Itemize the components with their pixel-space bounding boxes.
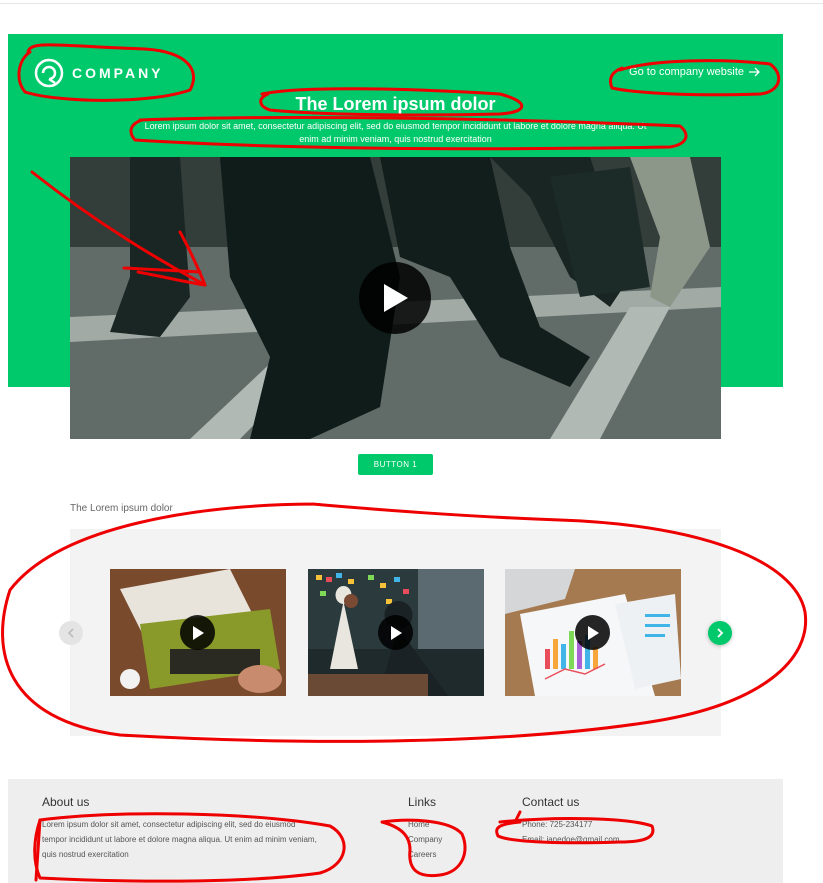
carousel-next-button[interactable]	[708, 621, 732, 645]
footer: About us Lorem ipsum dolor sit amet, con…	[8, 779, 783, 883]
chevron-left-icon	[67, 628, 74, 638]
top-border	[0, 0, 823, 4]
section-title: The Lorem ipsum dolor	[70, 503, 173, 514]
play-icon	[384, 284, 408, 312]
footer-contact: Contact us Phone: 725-234177 Email: jane…	[522, 795, 620, 847]
logo-icon	[34, 58, 64, 88]
logo-text: COMPANY	[72, 65, 164, 81]
carousel-card-meeting[interactable]	[308, 569, 484, 696]
chevron-right-icon	[717, 628, 724, 638]
contact-phone: Phone: 725-234177	[522, 820, 593, 829]
video-carousel	[70, 529, 721, 736]
play-icon	[587, 625, 599, 640]
footer-link-company[interactable]: Company	[408, 832, 442, 847]
play-icon	[390, 625, 402, 640]
card-play-button[interactable]	[180, 615, 215, 650]
contact-heading: Contact us	[522, 795, 580, 809]
carousel-prev-button[interactable]	[59, 621, 83, 645]
footer-about: About us Lorem ipsum dolor sit amet, con…	[42, 795, 322, 862]
company-website-label: Go to company website	[629, 66, 744, 78]
footer-links: Links Home Company Careers	[408, 795, 442, 862]
hero-video[interactable]	[70, 157, 721, 439]
card-play-button[interactable]	[378, 615, 413, 650]
company-logo[interactable]: COMPANY	[34, 58, 164, 88]
carousel-card-marketing[interactable]	[110, 569, 286, 696]
page-subtitle: Lorem ipsum dolor sit amet, consectetur …	[144, 121, 647, 144]
contact-email: Email: janedoe@gmail.com	[522, 835, 620, 844]
page-title: The Lorem ipsum dolor	[295, 94, 496, 114]
about-heading: About us	[42, 795, 90, 809]
arrow-right-icon	[749, 67, 760, 77]
footer-link-careers[interactable]: Careers	[408, 847, 442, 862]
carousel-card-charts[interactable]	[505, 569, 681, 696]
button-1[interactable]: BUTTON 1	[358, 454, 433, 475]
about-text: Lorem ipsum dolor sit amet, consectetur …	[42, 820, 317, 859]
card-play-button[interactable]	[575, 615, 610, 650]
video-play-button[interactable]	[359, 262, 431, 334]
footer-link-home[interactable]: Home	[408, 817, 442, 832]
links-heading: Links	[408, 795, 437, 809]
company-website-link[interactable]: Go to company website	[629, 66, 761, 78]
play-icon	[192, 625, 204, 640]
